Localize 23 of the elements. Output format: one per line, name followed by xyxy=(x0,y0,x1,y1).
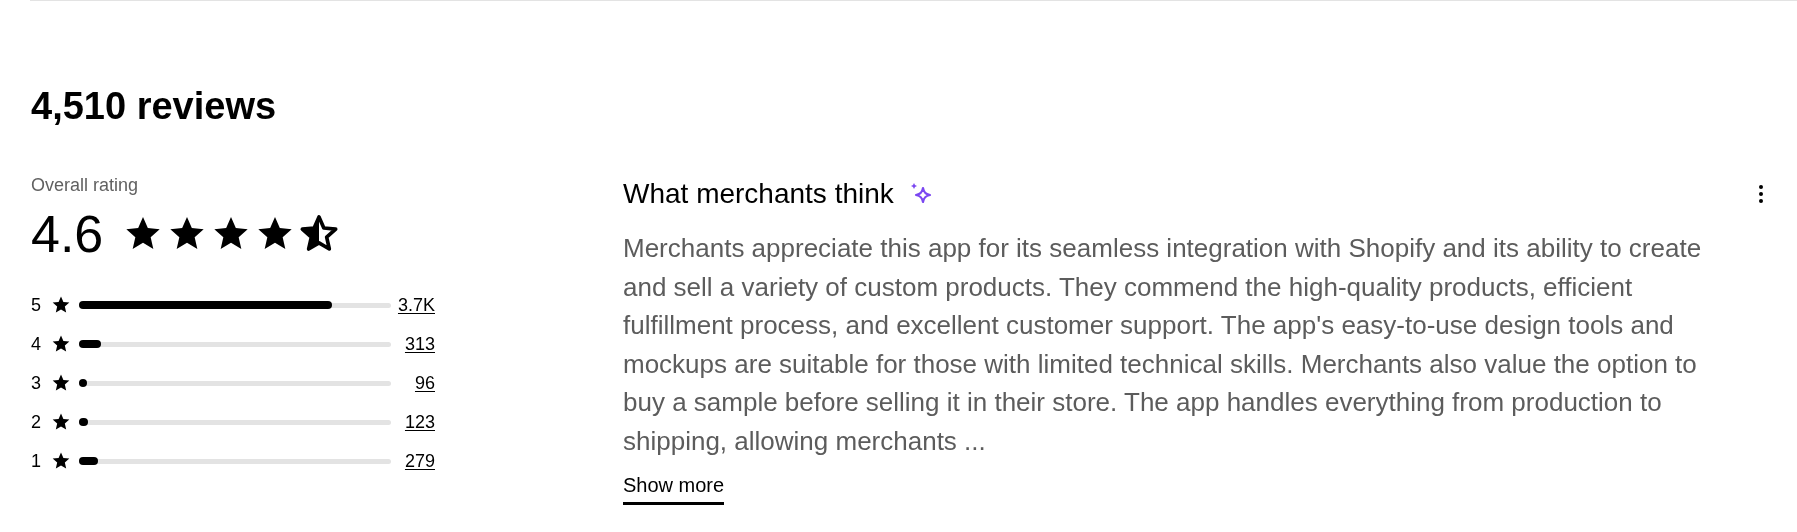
rating-value: 1 xyxy=(31,450,42,472)
star-icon xyxy=(51,373,71,393)
review-count-link[interactable]: 313 xyxy=(393,333,435,355)
star-icon xyxy=(51,451,71,471)
star-half-icon xyxy=(299,214,340,254)
overall-rating-label: Overall rating xyxy=(31,174,139,197)
show-more-link[interactable]: Show more xyxy=(623,472,725,505)
review-count-link[interactable]: 123 xyxy=(393,411,435,433)
star-icon xyxy=(51,412,71,432)
summary-paragraph: Merchants appreciate this app for its seamless integration with Shopify and its ability to create and sell a variety of custom products. They commend the high-quality products, efficient fulfillment process, and excellent customer support. The app's easy-to-use design tools and mockups are suitable for those with limited technical skills. Merchants also value the option to buy a sample before selling it in their store. The app handles everything from production to shipping, allowing merchants ... xyxy=(623,232,1703,458)
rating-score: 4.6 xyxy=(31,204,104,265)
section-title: 4,510 reviews xyxy=(31,84,277,129)
review-count-link[interactable]: 279 xyxy=(393,450,435,472)
summary-heading: What merchants think xyxy=(623,177,894,211)
rating-value: 3 xyxy=(31,372,42,394)
star-icon xyxy=(51,334,71,354)
review-count-link[interactable]: 96 xyxy=(393,372,435,394)
more-icon xyxy=(1759,185,1763,203)
rating-value: 2 xyxy=(31,411,42,433)
review-count-link[interactable]: 3.7K xyxy=(393,294,435,316)
rating-value: 4 xyxy=(31,333,42,355)
rating-value: 5 xyxy=(31,294,42,316)
star-icon xyxy=(51,295,71,315)
